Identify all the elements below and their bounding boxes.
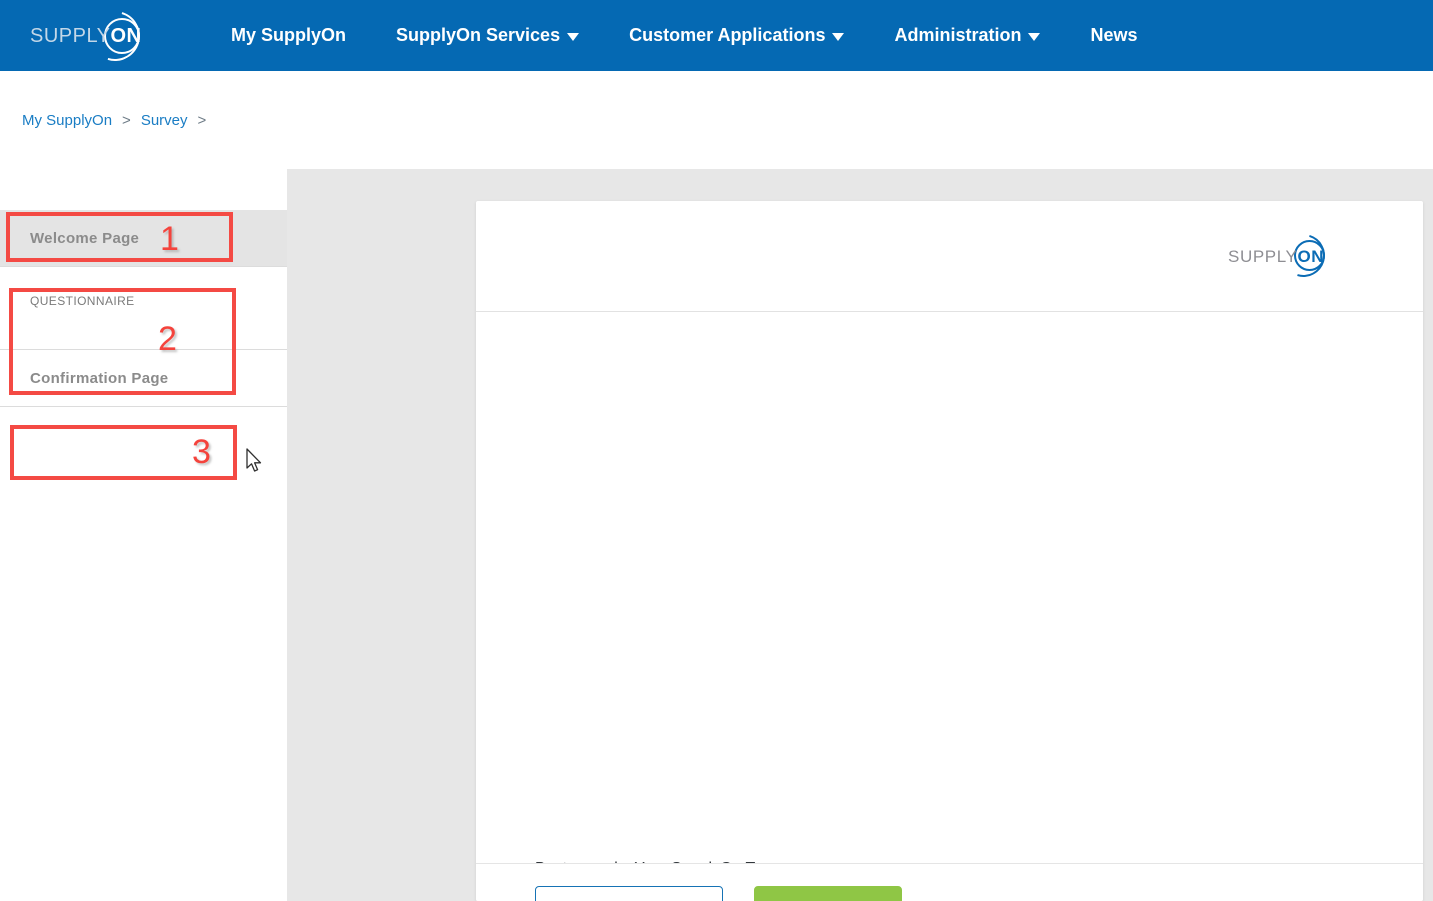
survey-content-card: SUPPLYON Best regards, Your SupplyOn Tea… (476, 201, 1423, 901)
chevron-down-icon (1028, 32, 1041, 41)
secondary-action-button[interactable] (535, 886, 723, 901)
breadcrumb-separator: > (122, 111, 131, 129)
nav-item-label: SupplyOn Services (396, 25, 561, 45)
logo-text-bold: ON (110, 24, 142, 47)
nav-item-my-supplyon[interactable]: My SupplyOn (206, 25, 371, 46)
chevron-down-icon (832, 32, 845, 41)
nav-item-label: Customer Applications (629, 25, 826, 45)
breadcrumb-separator: > (197, 111, 207, 129)
sidebar-item-label: Welcome Page (30, 229, 140, 247)
nav-items: My SupplyOn SupplyOn Services Customer A… (206, 25, 1163, 46)
chevron-down-icon (567, 32, 580, 41)
card-footer (476, 863, 1423, 901)
page-root: SUPPLYON My SupplyOn SupplyOn Services C… (0, 0, 1433, 901)
nav-item-administration[interactable]: Administration (869, 25, 1065, 46)
survey-sidebar: Welcome Page QUESTIONNAIRE Confirmation … (0, 169, 287, 901)
card-supplyon-logo: SUPPLYON (1228, 226, 1348, 285)
sidebar-group-body: QUESTIONNAIRE (0, 267, 287, 349)
supplyon-logo[interactable]: SUPPLYON (22, 1, 170, 70)
logo-text: SUPPLYON (22, 26, 141, 46)
breadcrumb-item-survey[interactable]: Survey (141, 112, 188, 129)
card-logo-text: SUPPLYON (1228, 248, 1324, 265)
nav-item-label: Administration (894, 25, 1022, 45)
breadcrumb-item-my-supplyon[interactable]: My SupplyOn (22, 112, 112, 129)
nav-item-supplyon-services[interactable]: SupplyOn Services (371, 25, 604, 46)
logo-text-light: SUPPLY (30, 24, 111, 47)
card-header: SUPPLYON (476, 201, 1423, 312)
top-navigation-bar: SUPPLYON My SupplyOn SupplyOn Services C… (0, 0, 1433, 71)
sidebar-item-welcome-page[interactable]: Welcome Page (0, 210, 287, 266)
nav-item-news[interactable]: News (1065, 25, 1162, 46)
primary-action-button[interactable] (754, 886, 902, 901)
nav-item-label: News (1090, 25, 1138, 45)
sidebar-item-row[interactable]: Confirmation Page (0, 350, 287, 406)
breadcrumb: My SupplyOn > Survey > (0, 71, 1433, 169)
sidebar-item-questionnaire[interactable]: QUESTIONNAIRE (0, 267, 287, 349)
card-action-buttons (535, 886, 902, 901)
nav-item-customer-applications[interactable]: Customer Applications (604, 25, 869, 46)
card-logo-text-bold: ON (1297, 246, 1325, 266)
card-logo-text-light: SUPPLY (1228, 246, 1298, 266)
sidebar-group-label: QUESTIONNAIRE (30, 294, 135, 308)
card-body: Best regards, Your SupplyOn Team (476, 312, 1423, 877)
sidebar-divider (0, 406, 287, 407)
sidebar-item-label: Confirmation Page (30, 369, 169, 387)
sidebar-item-confirmation-page[interactable]: Confirmation Page (0, 350, 287, 406)
nav-item-label: My SupplyOn (231, 25, 347, 45)
sidebar-item-row[interactable]: Welcome Page (0, 210, 287, 266)
sidebar-top-spacer (0, 169, 287, 210)
